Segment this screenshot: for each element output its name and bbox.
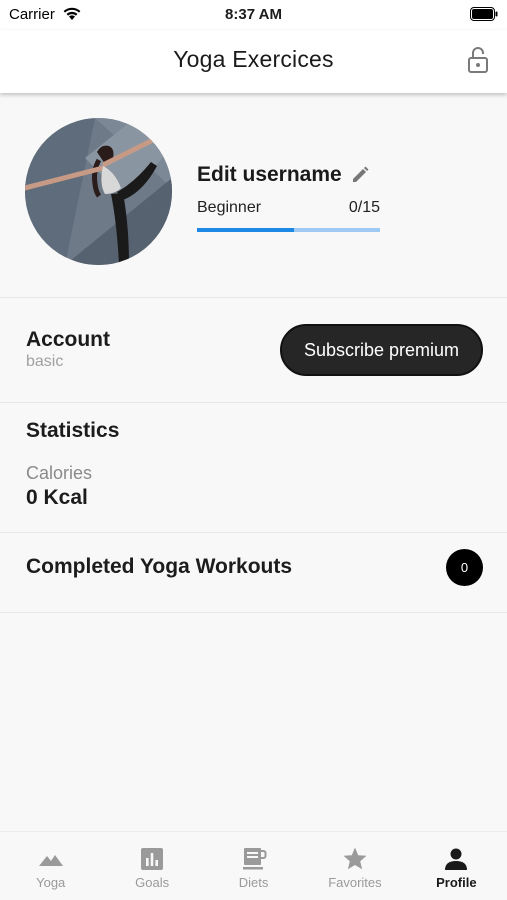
- status-bar: Carrier 8:37 AM: [0, 0, 507, 30]
- tab-label: Diets: [238, 875, 269, 890]
- level-label: Beginner: [197, 199, 262, 216]
- tab-profile[interactable]: Profile: [406, 832, 507, 900]
- level-row: Beginner 0/15: [197, 199, 380, 217]
- page-title: Yoga Exercices: [173, 46, 334, 72]
- star-icon: [343, 847, 367, 870]
- account-title: Account: [26, 328, 110, 351]
- statistics-section: Statistics Calories 0 Kcal: [0, 403, 507, 533]
- statistics-title: Statistics: [26, 419, 120, 442]
- tab-yoga[interactable]: Yoga: [0, 832, 101, 900]
- tab-label: Profile: [436, 875, 477, 890]
- subscribe-premium-button[interactable]: Subscribe premium: [280, 324, 483, 376]
- tab-diets[interactable]: Diets: [203, 832, 304, 900]
- username-label: Edit username: [197, 163, 342, 186]
- avatar[interactable]: [25, 118, 172, 265]
- coffee-cup-icon: [242, 848, 267, 870]
- battery-icon: [470, 7, 498, 21]
- progress-count: 0/15: [348, 199, 380, 216]
- calories-value: 0 Kcal: [26, 486, 88, 509]
- yoga-pose-photo: [25, 118, 172, 265]
- unlocked-lock-icon[interactable]: [467, 46, 489, 74]
- tab-favorites[interactable]: Favorites: [304, 832, 405, 900]
- completed-workouts-label: Completed Yoga Workouts: [26, 555, 293, 578]
- tab-label: Goals: [135, 875, 170, 890]
- clock-label: 8:37 AM: [225, 6, 282, 23]
- edit-username-button[interactable]: Edit username: [197, 163, 370, 187]
- tab-bar: Yoga Goals Diets Favorites Profile: [0, 831, 507, 900]
- level-progress-bar: [197, 228, 380, 232]
- account-type: basic: [26, 353, 64, 370]
- completed-workouts-row[interactable]: Completed Yoga Workouts 0: [0, 533, 507, 613]
- bar-chart-icon: [141, 848, 164, 870]
- tab-label: Favorites: [328, 875, 382, 890]
- calories-label: Calories: [26, 463, 93, 483]
- tab-label: Yoga: [36, 875, 66, 890]
- pencil-icon: [352, 166, 369, 182]
- mountain-icon: [38, 855, 63, 866]
- account-section: Account basic Subscribe premium: [0, 299, 507, 403]
- workout-count-badge: 0: [446, 549, 483, 586]
- level-progress-fill: [197, 228, 294, 232]
- header-bar: Yoga Exercices: [0, 30, 507, 93]
- tab-goals[interactable]: Goals: [101, 832, 202, 900]
- profile-section: Edit username Beginner 0/15: [0, 93, 507, 298]
- person-icon: [445, 848, 468, 870]
